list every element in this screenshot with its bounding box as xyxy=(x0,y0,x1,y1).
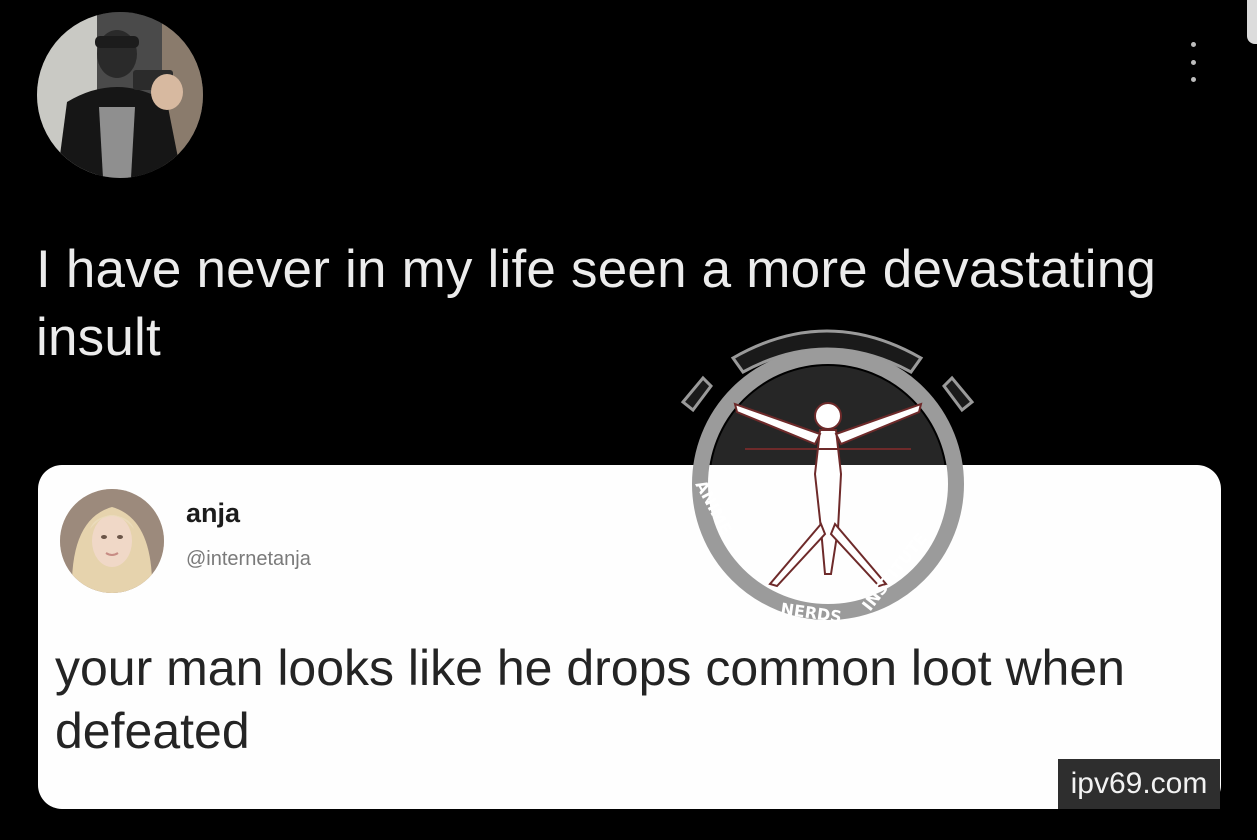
dot xyxy=(1190,42,1196,47)
author-avatar[interactable] xyxy=(37,12,203,178)
quoted-author-name[interactable]: anja xyxy=(186,498,240,529)
dot xyxy=(1190,59,1196,65)
quoted-author-avatar[interactable] xyxy=(60,489,164,593)
quoted-tweet-card[interactable]: anja @internetanja your man looks like h… xyxy=(38,465,1221,809)
dot xyxy=(1190,77,1196,82)
quoted-author-handle[interactable]: @internetanja xyxy=(186,548,311,571)
quoted-tweet-text: your man looks like he drops common loot… xyxy=(55,640,1125,759)
window-edge xyxy=(1247,0,1257,44)
site-watermark-badge: ipv69.com xyxy=(1058,759,1220,809)
author-avatar-image xyxy=(37,12,203,178)
quoted-author-avatar-image xyxy=(60,489,164,593)
more-vertical-icon[interactable] xyxy=(1185,42,1201,82)
tweet-text: I have never in my life seen a more deva… xyxy=(36,240,1157,367)
